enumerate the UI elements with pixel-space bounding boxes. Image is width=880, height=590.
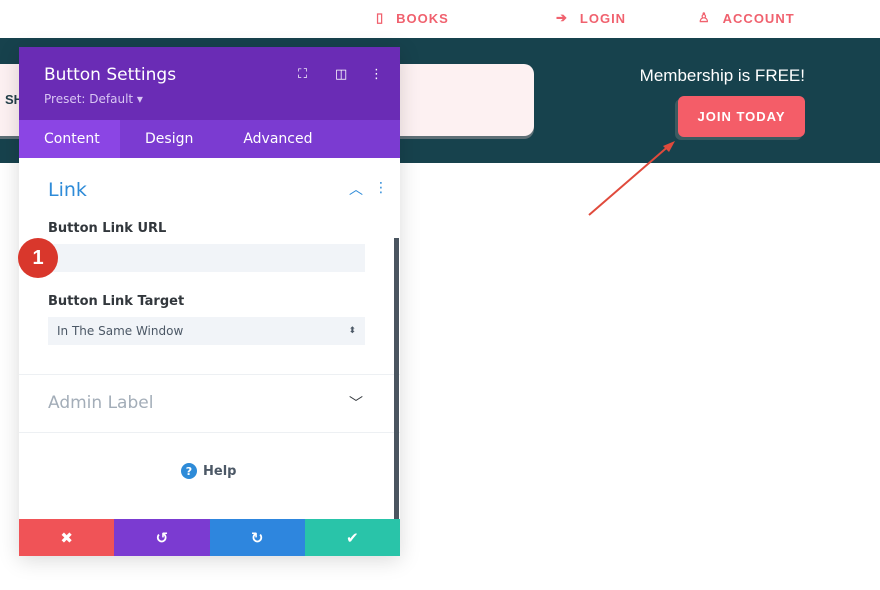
link-section-title[interactable]: Link <box>48 179 87 201</box>
scrollbar[interactable] <box>394 238 399 519</box>
split-view-icon[interactable]: ◫ <box>335 67 347 82</box>
tab-design[interactable]: Design <box>120 120 218 158</box>
link-target-select[interactable]: In The Same Window ⬍ <box>48 317 365 345</box>
section-options-icon[interactable]: ⋮ <box>374 180 388 196</box>
tab-advanced[interactable]: Advanced <box>218 120 337 158</box>
redo-button[interactable]: ↻ <box>209 519 305 556</box>
divider <box>19 374 400 375</box>
url-label: Button Link URL <box>48 221 167 236</box>
nav-account[interactable]: ♙ ACCOUNT <box>698 10 795 26</box>
undo-button[interactable]: ↺ <box>114 519 210 556</box>
nav-books[interactable]: ▯ BOOKS <box>376 10 449 26</box>
step-badge: 1 <box>18 238 58 278</box>
close-icon: ✖ <box>60 528 73 547</box>
help-icon: ? <box>181 463 197 479</box>
login-icon: ➔ <box>556 10 568 25</box>
select-arrows-icon: ⬍ <box>348 326 356 336</box>
redo-icon: ↻ <box>250 528 264 547</box>
chevron-up-icon[interactable]: ︿ <box>349 179 363 199</box>
save-button[interactable]: ✔ <box>304 519 400 556</box>
panel-footer: ✖ ↺ ↻ ✔ <box>19 519 400 556</box>
more-options-icon[interactable]: ⋮ <box>370 67 383 82</box>
admin-label-section[interactable]: Admin Label <box>48 393 153 413</box>
fullscreen-icon[interactable]: ⛶ <box>298 67 307 82</box>
button-link-url-input[interactable] <box>48 244 365 272</box>
help-link[interactable]: ? Help <box>181 463 236 479</box>
user-icon: ♙ <box>698 10 711 25</box>
button-settings-panel: Button Settings Preset: Default ▾ ⛶ ◫ ⋮ … <box>19 47 400 556</box>
chevron-down-icon[interactable]: ﹀ <box>349 393 363 413</box>
panel-tabs: Content Design Advanced <box>19 120 400 158</box>
divider <box>19 432 400 433</box>
target-label: Button Link Target <box>48 294 185 309</box>
membership-text: Membership is FREE! <box>639 66 805 85</box>
book-icon: ▯ <box>376 10 385 25</box>
panel-header: Button Settings Preset: Default ▾ ⛶ ◫ ⋮ <box>19 47 400 120</box>
tab-content[interactable]: Content <box>19 120 120 158</box>
undo-icon: ↺ <box>155 528 169 547</box>
select-value: In The Same Window <box>57 324 184 338</box>
help-label: Help <box>203 463 237 479</box>
cancel-button[interactable]: ✖ <box>19 519 115 556</box>
arrow-annotation <box>588 141 675 216</box>
preset-dropdown[interactable]: Preset: Default ▾ <box>44 92 143 106</box>
join-today-button[interactable]: JOIN TODAY <box>678 96 805 137</box>
top-navigation: ▯ BOOKS ➔ LOGIN ♙ ACCOUNT <box>0 0 880 38</box>
nav-login[interactable]: ➔ LOGIN <box>556 10 626 26</box>
panel-title: Button Settings <box>44 65 177 85</box>
check-icon: ✔ <box>346 528 359 547</box>
